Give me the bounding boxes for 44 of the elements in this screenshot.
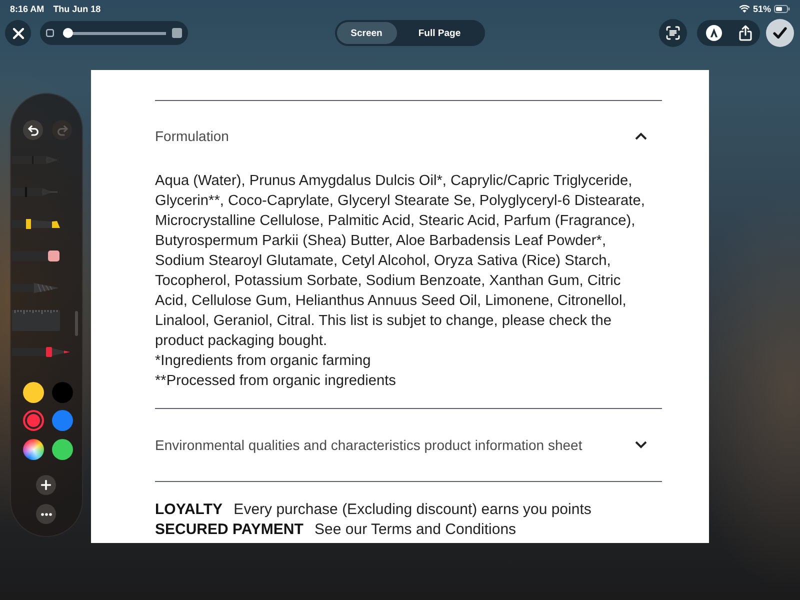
battery-percent: 51% — [752, 4, 771, 14]
color-swatch[interactable] — [23, 410, 44, 431]
marker-icon[interactable] — [12, 346, 70, 358]
accordion-header[interactable]: Environmental qualities and characteristics product information sheet — [155, 409, 662, 481]
mode-tab[interactable]: Full Page — [396, 22, 482, 44]
footnote-text: *Ingredients from organic farming — [155, 352, 372, 371]
ellipsis-icon — [40, 512, 52, 516]
close-icon — [12, 28, 24, 38]
ingredients-paragraph: Aqua (Water), Prunus Amygdalus Dulcis Oil*, Caprylic/Capric Triglyceride, Glycerin**, Coco-Caprylate, Glyceryl Stearate Se, Polyglyceryl-6 Distearate, Microcrystalline Cellulose, Palmitic Acid, Stearic Acid, Parfum (Fragrance), Butyrospermum Parkii (Shea) Butter, Aloe Barbadensis Leaf Powder*, Sodium Stearoyl Glutamate, Cetyl Alcohol, Oryza Sativa (Rice) Starch, Tocopherol, Potassium Sorbate, Sodium Benzoate, Xanthan Gum, Citric Acid, Cellulose Gum, Helianthus Annuus Seed Oil, Limonene, Citronellol, Linalool, Geraniol, Citral. This list is subjet to change, please check the product packaging bought. — [155, 172, 646, 351]
wifi-icon — [738, 5, 750, 13]
color-swatch[interactable] — [52, 382, 73, 402]
battery-icon — [774, 5, 790, 13]
share-icon — [738, 25, 752, 41]
color-swatch[interactable] — [52, 410, 73, 431]
undo-button[interactable] — [23, 120, 43, 140]
add-button[interactable] — [36, 475, 56, 495]
color-wheel-button[interactable] — [23, 438, 44, 460]
slider-thumb[interactable] — [63, 28, 73, 38]
chevron-down-icon — [635, 441, 647, 449]
status-time: 8:16 AM — [10, 4, 44, 14]
check-icon — [773, 27, 787, 39]
status-date: Thu Jun 18 — [53, 4, 101, 14]
mode-tab[interactable]: Screen — [336, 22, 396, 44]
plus-icon — [41, 480, 51, 490]
perk-text: SECURED PAYMENT See our Terms and Conditions — [155, 520, 518, 540]
color-swatch[interactable] — [52, 438, 73, 460]
highlighter-icon[interactable] — [12, 218, 60, 230]
share-button[interactable] — [738, 25, 752, 41]
undo-icon — [28, 124, 38, 136]
ruler-icon[interactable] — [12, 310, 60, 330]
eraser-icon[interactable] — [12, 250, 60, 262]
more-button[interactable] — [36, 504, 56, 524]
accordion-header[interactable]: Formulation — [155, 101, 662, 171]
text-scan-icon — [666, 26, 680, 40]
small-square-icon[interactable] — [46, 29, 54, 37]
markup-button[interactable] — [706, 25, 722, 41]
color-swatch[interactable] — [23, 382, 44, 402]
large-square-icon[interactable] — [172, 28, 182, 38]
perk-text: LOYALTY Every purchase (Excluding discount) earns you points — [155, 500, 592, 520]
palette-scrollbar — [75, 311, 78, 336]
chevron-up-icon — [635, 132, 647, 140]
footnote-text: **Processed from organic ingredients — [155, 372, 397, 391]
pen-nib-circle-icon — [706, 25, 722, 41]
redo-icon — [56, 124, 68, 136]
